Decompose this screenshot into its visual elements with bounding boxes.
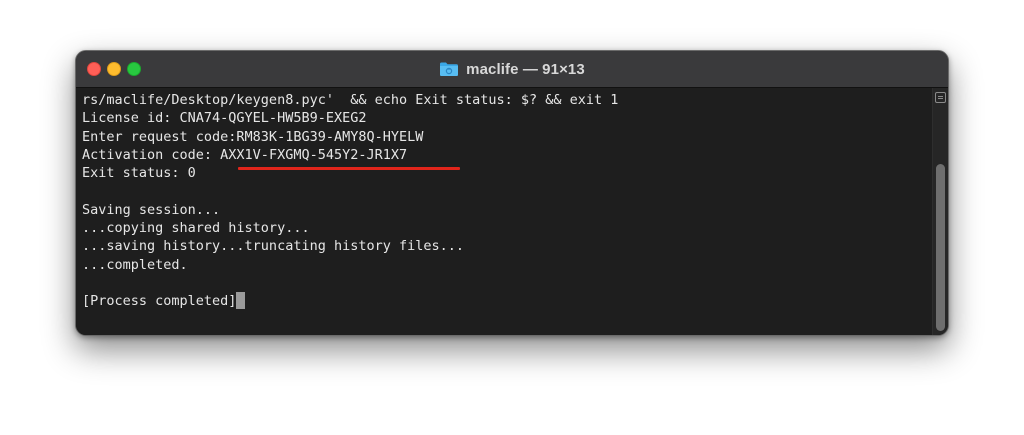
scroll-thumb[interactable] bbox=[936, 164, 945, 331]
activation-code: AXX1V-FXGMQ-545Y2-JR1X7 bbox=[220, 146, 408, 163]
process-completed-line: [Process completed] bbox=[82, 292, 932, 310]
title-bar[interactable]: maclife — 91×13 bbox=[76, 51, 948, 88]
terminal-line: Exit status: 0 bbox=[82, 165, 196, 182]
vertical-scrollbar[interactable] bbox=[932, 88, 948, 335]
process-completed-text: [Process completed] bbox=[82, 293, 237, 310]
terminal-line: Saving session... bbox=[82, 201, 221, 218]
terminal-line: ...saving history...truncating history f… bbox=[82, 238, 465, 255]
terminal-output[interactable]: rs/maclife/Desktop/keygen8.pyc' && echo … bbox=[76, 88, 932, 335]
window-title: maclife — 91×13 bbox=[466, 60, 585, 78]
activation-label: Activation code: bbox=[82, 146, 221, 163]
block-cursor-icon bbox=[236, 292, 246, 310]
folder-icon bbox=[440, 62, 459, 76]
activation-line: Activation code: AXX1V-FXGMQ-545Y2-JR1X7 bbox=[82, 146, 932, 170]
terminal-window: maclife — 91×13 rs/maclife/Desktop/keyge… bbox=[75, 50, 949, 336]
terminal-line: rs/maclife/Desktop/keygen8.pyc' && echo … bbox=[82, 92, 619, 108]
terminal-line: License id: CNA74-QGYEL-HW5B9-EXEG2 bbox=[82, 110, 367, 127]
window-title-group: maclife — 91×13 bbox=[76, 51, 948, 87]
scroll-menu-icon[interactable] bbox=[935, 92, 946, 103]
terminal-line: ...completed. bbox=[82, 256, 188, 273]
terminal-line: ...copying shared history... bbox=[82, 220, 310, 237]
terminal-line: Enter request code:RM83K-1BG39-AMY8Q-HYE… bbox=[82, 128, 424, 145]
